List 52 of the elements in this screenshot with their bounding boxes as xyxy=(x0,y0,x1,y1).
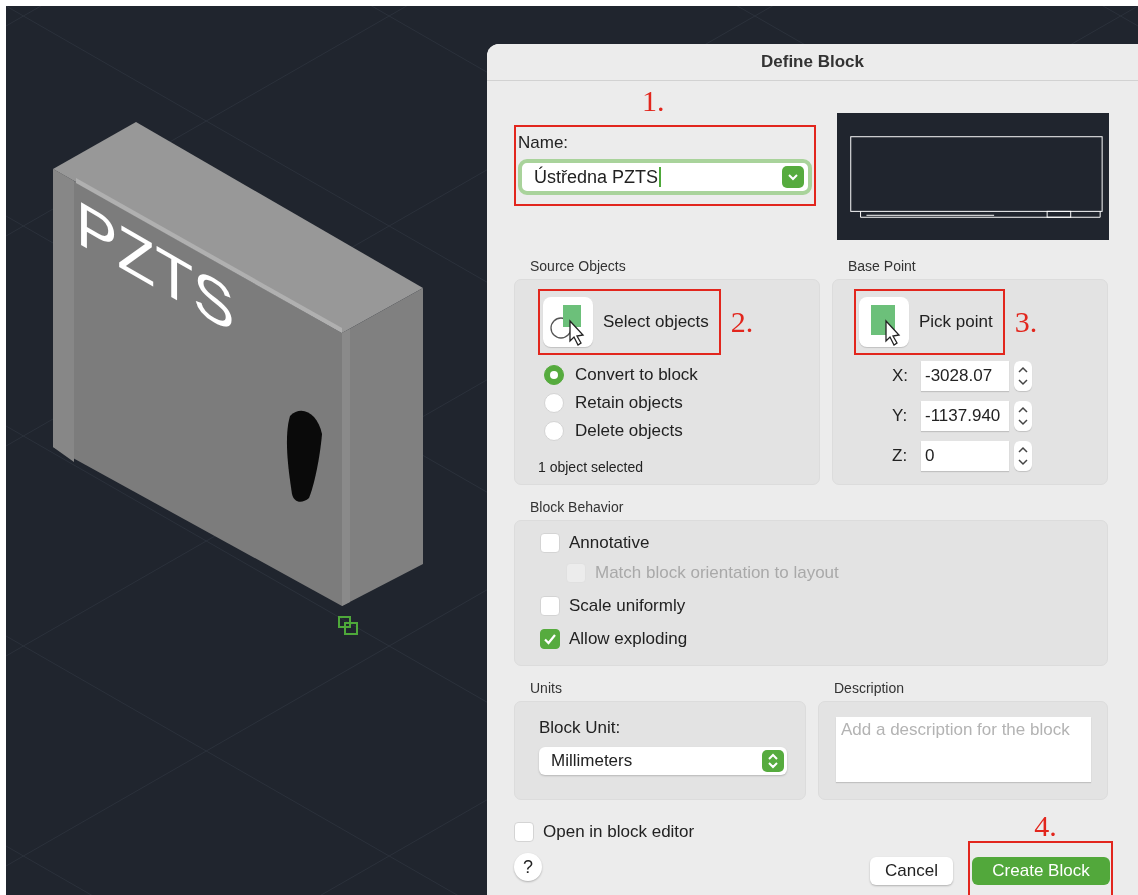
stepper-control[interactable] xyxy=(1014,441,1032,471)
section-title: Base Point xyxy=(847,258,917,276)
base-point-icon xyxy=(338,616,358,635)
checkbox-label: Match block orientation to layout xyxy=(595,563,839,583)
field-label: Block Unit: xyxy=(539,718,622,738)
section-title: Block Behavior xyxy=(529,499,625,517)
checkbox-label: Allow exploding xyxy=(569,629,688,649)
dropdown-button[interactable] xyxy=(782,166,804,188)
cabinet-label: PZTS xyxy=(76,185,235,347)
radio-button[interactable] xyxy=(544,365,564,385)
coordinate-field[interactable]: 0 xyxy=(921,441,1009,471)
button-label[interactable]: Select objects xyxy=(603,312,709,332)
coordinate-label: X: xyxy=(892,366,910,386)
checkmark-icon xyxy=(543,632,557,646)
step-number: 4. xyxy=(1034,811,1057,841)
stepper-control[interactable] xyxy=(1014,361,1032,391)
step-number: 3. xyxy=(1014,306,1038,338)
section-title: Units xyxy=(529,680,563,698)
coordinate-field[interactable]: -1137.940 xyxy=(921,401,1009,431)
coordinate-field[interactable]: -3028.07 xyxy=(921,361,1009,391)
checkbox-label: Annotative xyxy=(569,533,650,553)
pick-point-button[interactable] xyxy=(859,297,909,347)
section-title: Source Objects xyxy=(529,258,627,276)
stepper-control[interactable] xyxy=(1014,401,1032,431)
checkbox-label: Open in block editor xyxy=(543,822,695,842)
button-label[interactable]: Pick point xyxy=(919,312,993,332)
field-label: Name: xyxy=(518,133,570,153)
chevron-down-icon xyxy=(787,173,799,181)
name-field[interactable]: Ústředna PZTS xyxy=(518,159,812,195)
checkbox[interactable] xyxy=(540,596,560,616)
selection-status: 1 object selected xyxy=(538,459,645,475)
radio-button[interactable] xyxy=(544,421,564,441)
step-number: 2. xyxy=(730,306,754,338)
unit-dropdown[interactable]: Millimeters xyxy=(539,747,787,775)
description-field[interactable]: Add a description for the block xyxy=(836,717,1091,782)
coordinate-label: Z: xyxy=(892,446,909,466)
checkbox[interactable] xyxy=(540,533,560,553)
coordinate-label: Y: xyxy=(892,406,909,426)
radio-label: Retain objects xyxy=(575,393,683,413)
cancel-button[interactable]: Cancel xyxy=(870,857,953,885)
radio-label: Delete objects xyxy=(575,421,683,441)
radio-button[interactable] xyxy=(544,393,564,413)
step-number: 1. xyxy=(642,85,666,117)
checkbox[interactable] xyxy=(514,822,534,842)
help-button[interactable]: ? xyxy=(514,853,542,881)
section-title: Description xyxy=(833,680,906,698)
window-title: Define Block xyxy=(761,52,864,72)
select-objects-button[interactable] xyxy=(543,297,593,347)
radio-label: Convert to block xyxy=(575,365,698,385)
checkbox-label: Scale uniformly xyxy=(569,596,686,616)
checkbox[interactable] xyxy=(540,629,560,649)
up-down-chevron-icon xyxy=(767,753,779,769)
